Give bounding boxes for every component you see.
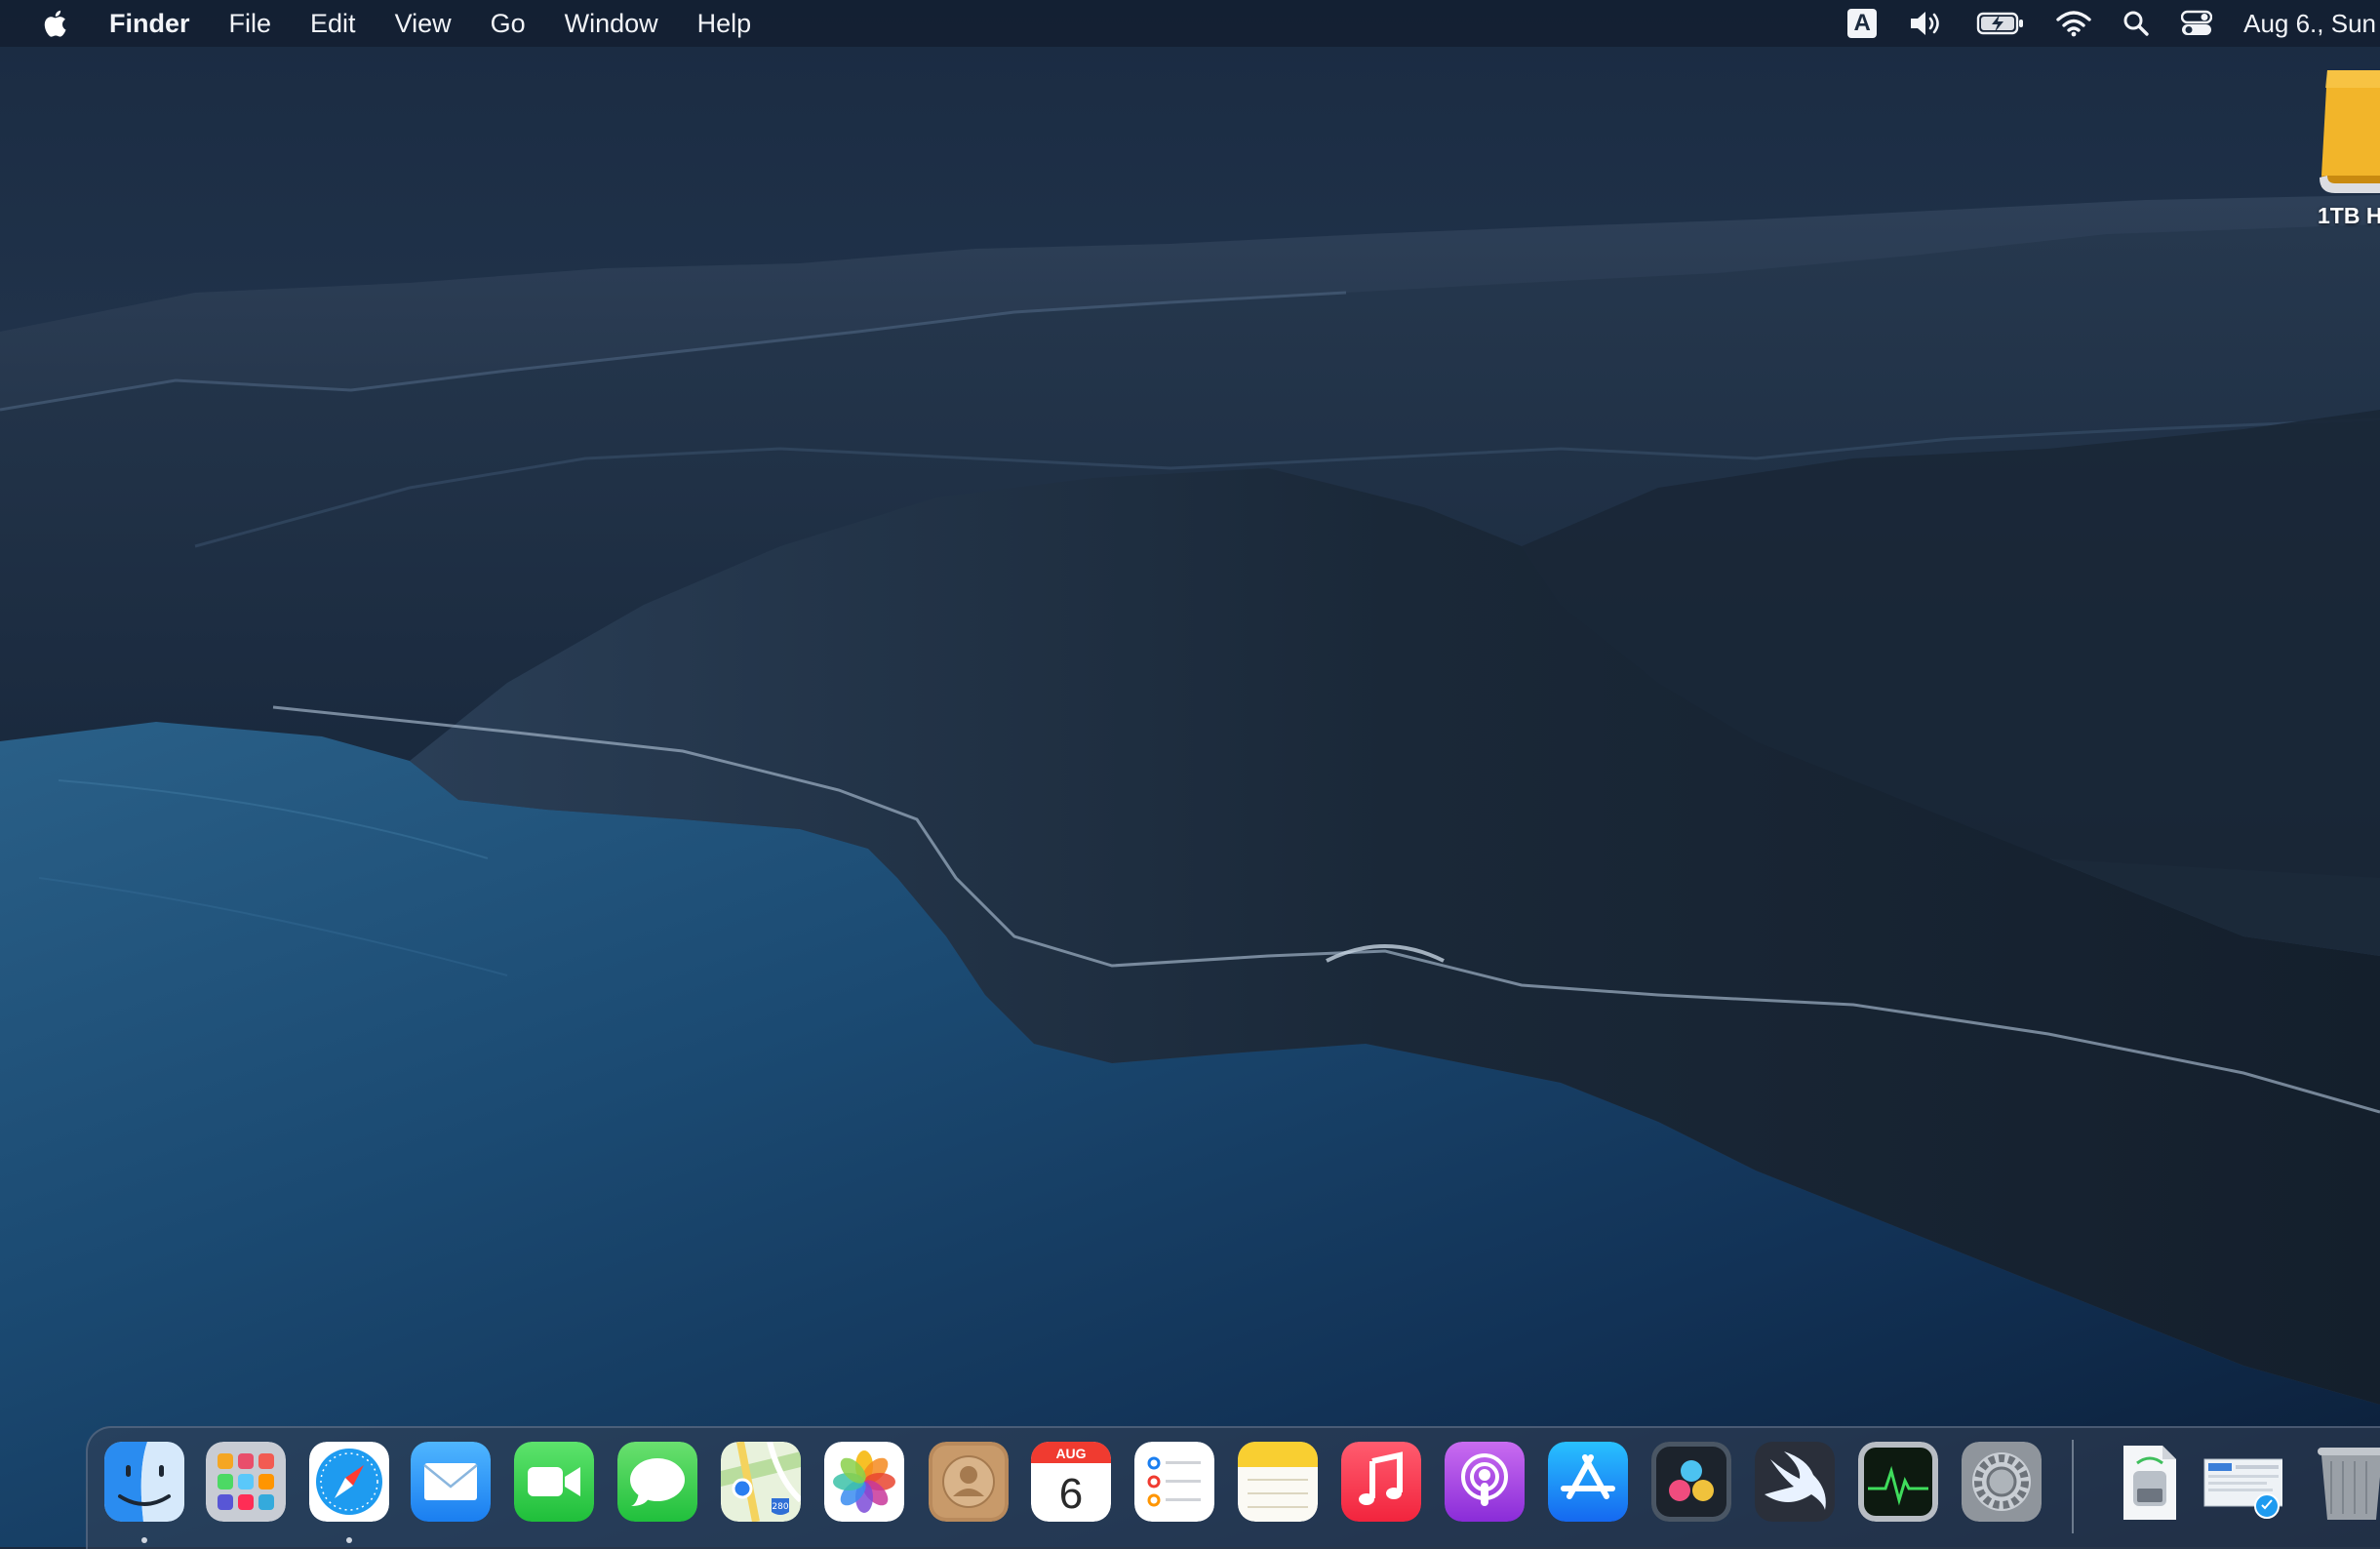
system-preferences-icon[interactable]: [1962, 1442, 2042, 1522]
calendar-day-label: 6: [1059, 1470, 1083, 1518]
messages-icon[interactable]: [617, 1442, 697, 1522]
safari-icon[interactable]: [309, 1442, 389, 1522]
menu-bar: Finder File Edit View Go Window Help A A…: [0, 0, 2380, 47]
photos-icon[interactable]: [824, 1442, 904, 1522]
reminders-icon[interactable]: [1134, 1442, 1214, 1522]
battery-charging-icon[interactable]: [1976, 0, 2025, 47]
menu-file[interactable]: File: [229, 9, 272, 39]
maps-icon[interactable]: 280: [721, 1442, 801, 1522]
launchpad-icon[interactable]: [206, 1442, 286, 1522]
document-icon[interactable]: [2110, 1442, 2190, 1522]
app-store-icon[interactable]: [1548, 1442, 1628, 1522]
calendar-month-label: AUG: [1055, 1446, 1086, 1461]
apple-menu-icon[interactable]: [37, 0, 76, 47]
menu-go[interactable]: Go: [491, 9, 526, 39]
contacts-icon[interactable]: [929, 1442, 1009, 1522]
app-menu-finder[interactable]: Finder: [109, 9, 190, 39]
volume-icon[interactable]: [1908, 0, 1945, 47]
external-drive-icon[interactable]: [2312, 68, 2380, 234]
menu-window[interactable]: Window: [565, 9, 658, 39]
menu-view[interactable]: View: [395, 9, 452, 39]
input-source-icon[interactable]: A: [1847, 0, 1878, 47]
facetime-icon[interactable]: [514, 1442, 594, 1522]
menu-edit[interactable]: Edit: [310, 9, 356, 39]
safari-running-indicator: [346, 1537, 352, 1543]
swift-icon[interactable]: [1755, 1442, 1835, 1522]
music-icon[interactable]: [1341, 1442, 1421, 1522]
podcasts-icon[interactable]: [1445, 1442, 1525, 1522]
calendar-icon[interactable]: AUG 6: [1031, 1442, 1111, 1522]
finder-running-indicator: [141, 1537, 147, 1543]
trash-icon[interactable]: [2312, 1442, 2380, 1522]
screenshot-icon[interactable]: [2202, 1442, 2282, 1522]
mail-icon[interactable]: [411, 1442, 491, 1522]
maps-badge-label: 280: [772, 1502, 788, 1512]
menu-help[interactable]: Help: [697, 9, 752, 39]
activity-monitor-icon[interactable]: [1858, 1442, 1938, 1522]
desktop-wallpaper: [0, 0, 2380, 1547]
wifi-icon[interactable]: [2056, 0, 2091, 47]
menu-clock[interactable]: Aug 6., Sun: [2243, 9, 2376, 39]
dock-separator: [2072, 1440, 2074, 1533]
input-source-label: A: [1853, 10, 1871, 36]
davinci-resolve-icon[interactable]: [1651, 1442, 1731, 1522]
spotlight-search-icon[interactable]: [2122, 0, 2150, 47]
finder-icon[interactable]: [104, 1442, 184, 1522]
control-center-icon[interactable]: [2181, 0, 2213, 47]
notes-icon[interactable]: [1238, 1442, 1318, 1522]
